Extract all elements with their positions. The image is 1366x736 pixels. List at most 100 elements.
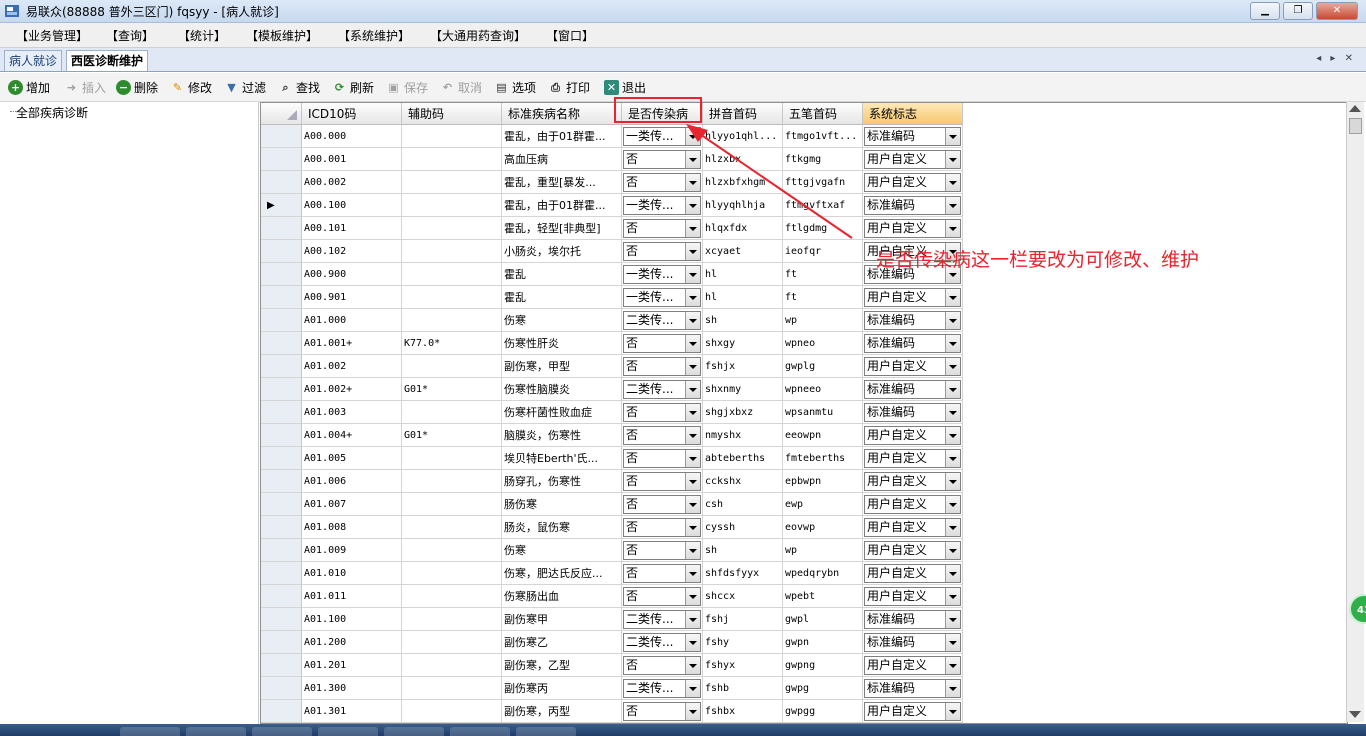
table-row[interactable]: A01.201 副伤寒，乙型否 fshyx gwpng 用户自定义 [261, 654, 1347, 677]
menu-query[interactable]: 【查询】 [106, 27, 154, 44]
cell-pinyin[interactable]: shccx [703, 585, 783, 608]
system-flag-select[interactable]: 用户自定义 [864, 587, 961, 606]
col-disease-name[interactable]: 标准疾病名称 [502, 103, 622, 125]
cell-pinyin[interactable]: fshbx [703, 700, 783, 723]
system-flag-select[interactable]: 用户自定义 [864, 656, 961, 675]
cell-wubi[interactable]: gwpn [783, 631, 863, 654]
chevron-down-icon[interactable] [945, 519, 960, 536]
row-header[interactable] [261, 401, 302, 424]
cell-icd10[interactable]: A01.000 [302, 309, 402, 332]
cell-icd10[interactable]: A01.002 [302, 355, 402, 378]
search-button[interactable]: ⌕ 查找 [278, 79, 320, 96]
cell-aux-code[interactable] [402, 631, 502, 654]
chevron-down-icon[interactable] [945, 496, 960, 513]
taskbar-item[interactable] [450, 727, 510, 736]
row-header[interactable] [261, 654, 302, 677]
chevron-down-icon[interactable] [685, 542, 700, 559]
table-row[interactable]: A01.006 肠穿孔，伤寒性否 cckshx epbwpn 用户自定义 [261, 470, 1347, 493]
cell-disease-name[interactable]: 伤寒 [502, 309, 622, 332]
chevron-down-icon[interactable] [685, 703, 700, 720]
cell-disease-name[interactable]: 霍乱，由于01群霍... [502, 125, 622, 148]
cell-icd10[interactable]: A01.011 [302, 585, 402, 608]
system-flag-select[interactable]: 标准编码 [864, 334, 961, 353]
cell-aux-code[interactable] [402, 447, 502, 470]
cell-pinyin[interactable]: sh [703, 539, 783, 562]
cell-pinyin[interactable]: hl [703, 263, 783, 286]
table-row[interactable]: A01.000 伤寒 二类传... sh wp 标准编码 [261, 309, 1347, 332]
menu-drug-query[interactable]: 【大通用药查询】 [430, 27, 526, 44]
table-row[interactable]: A01.011 伤寒肠出血否 shccx wpebt 用户自定义 [261, 585, 1347, 608]
infectious-select[interactable]: 否 [623, 587, 701, 606]
row-header[interactable] [261, 585, 302, 608]
system-flag-select[interactable]: 标准编码 [864, 633, 961, 652]
cell-aux-code[interactable] [402, 240, 502, 263]
table-row[interactable]: A01.002 副伤寒，甲型否 fshjx gwplg 用户自定义 [261, 355, 1347, 378]
chevron-down-icon[interactable] [685, 358, 700, 375]
row-header[interactable] [261, 516, 302, 539]
cell-pinyin[interactable]: sh [703, 309, 783, 332]
cell-aux-code[interactable] [402, 493, 502, 516]
cell-disease-name[interactable]: 埃贝特Eberth'氏... [502, 447, 622, 470]
row-header[interactable] [261, 424, 302, 447]
cell-disease-name[interactable]: 霍乱 [502, 286, 622, 309]
row-header[interactable] [261, 125, 302, 148]
chevron-down-icon[interactable] [945, 611, 960, 628]
cell-pinyin[interactable]: fshj [703, 608, 783, 631]
system-flag-select[interactable]: 标准编码 [864, 380, 961, 399]
cell-disease-name[interactable]: 副伤寒丙 [502, 677, 622, 700]
chevron-down-icon[interactable] [945, 542, 960, 559]
system-flag-select[interactable]: 用户自定义 [864, 357, 961, 376]
col-aux-code[interactable]: 辅助码 [402, 103, 502, 125]
cell-aux-code[interactable] [402, 355, 502, 378]
row-header[interactable] [261, 217, 302, 240]
infectious-select[interactable]: 否 [623, 656, 701, 675]
cell-pinyin[interactable]: shxnmy [703, 378, 783, 401]
chevron-down-icon[interactable] [685, 266, 700, 283]
cell-aux-code[interactable] [402, 263, 502, 286]
chevron-down-icon[interactable] [685, 404, 700, 421]
cell-aux-code[interactable] [402, 171, 502, 194]
chevron-down-icon[interactable] [945, 565, 960, 582]
cell-disease-name[interactable]: 伤寒，肥达氏反应... [502, 562, 622, 585]
cell-icd10[interactable]: A00.900 [302, 263, 402, 286]
cell-icd10[interactable]: A01.007 [302, 493, 402, 516]
cell-wubi[interactable]: ft [783, 286, 863, 309]
chevron-down-icon[interactable] [945, 312, 960, 329]
cell-disease-name[interactable]: 伤寒肠出血 [502, 585, 622, 608]
cell-wubi[interactable]: wp [783, 309, 863, 332]
chevron-down-icon[interactable] [945, 151, 960, 168]
row-header[interactable] [261, 447, 302, 470]
chevron-down-icon[interactable] [685, 450, 700, 467]
cell-pinyin[interactable]: fshyx [703, 654, 783, 677]
scroll-thumb[interactable] [1349, 118, 1362, 134]
cell-pinyin[interactable]: shgjxbxz [703, 401, 783, 424]
cell-icd10[interactable]: A01.001+ [302, 332, 402, 355]
cell-wubi[interactable]: wpedqrybn [783, 562, 863, 585]
grid-corner[interactable] [261, 103, 302, 125]
cell-wubi[interactable]: ewp [783, 493, 863, 516]
cell-icd10[interactable]: A01.006 [302, 470, 402, 493]
row-header[interactable] [261, 677, 302, 700]
cell-disease-name[interactable]: 小肠炎，埃尔托 [502, 240, 622, 263]
table-row[interactable]: A01.008 肠炎，鼠伤寒否 cyssh eovwp 用户自定义 [261, 516, 1347, 539]
chevron-down-icon[interactable] [685, 312, 700, 329]
taskbar-item[interactable] [252, 727, 312, 736]
row-header[interactable] [261, 286, 302, 309]
row-header[interactable] [261, 562, 302, 585]
chevron-down-icon[interactable] [945, 427, 960, 444]
cell-wubi[interactable]: wp [783, 539, 863, 562]
system-flag-select[interactable]: 用户自定义 [864, 449, 961, 468]
cell-aux-code[interactable]: K77.0* [402, 332, 502, 355]
cell-aux-code[interactable] [402, 309, 502, 332]
taskbar-item[interactable] [318, 727, 378, 736]
system-flag-select[interactable]: 用户自定义 [864, 495, 961, 514]
menu-statistics[interactable]: 【统计】 [178, 27, 226, 44]
save-button[interactable]: ▣ 保存 [386, 79, 428, 96]
cell-aux-code[interactable] [402, 286, 502, 309]
table-row[interactable]: A00.901 霍乱 一类传... hl ft 用户自定义 [261, 286, 1347, 309]
cell-aux-code[interactable]: G01* [402, 424, 502, 447]
taskbar-item[interactable] [120, 727, 180, 736]
cell-wubi[interactable]: fmteberths [783, 447, 863, 470]
cell-wubi[interactable]: wpsanmtu [783, 401, 863, 424]
cell-pinyin[interactable]: cyssh [703, 516, 783, 539]
